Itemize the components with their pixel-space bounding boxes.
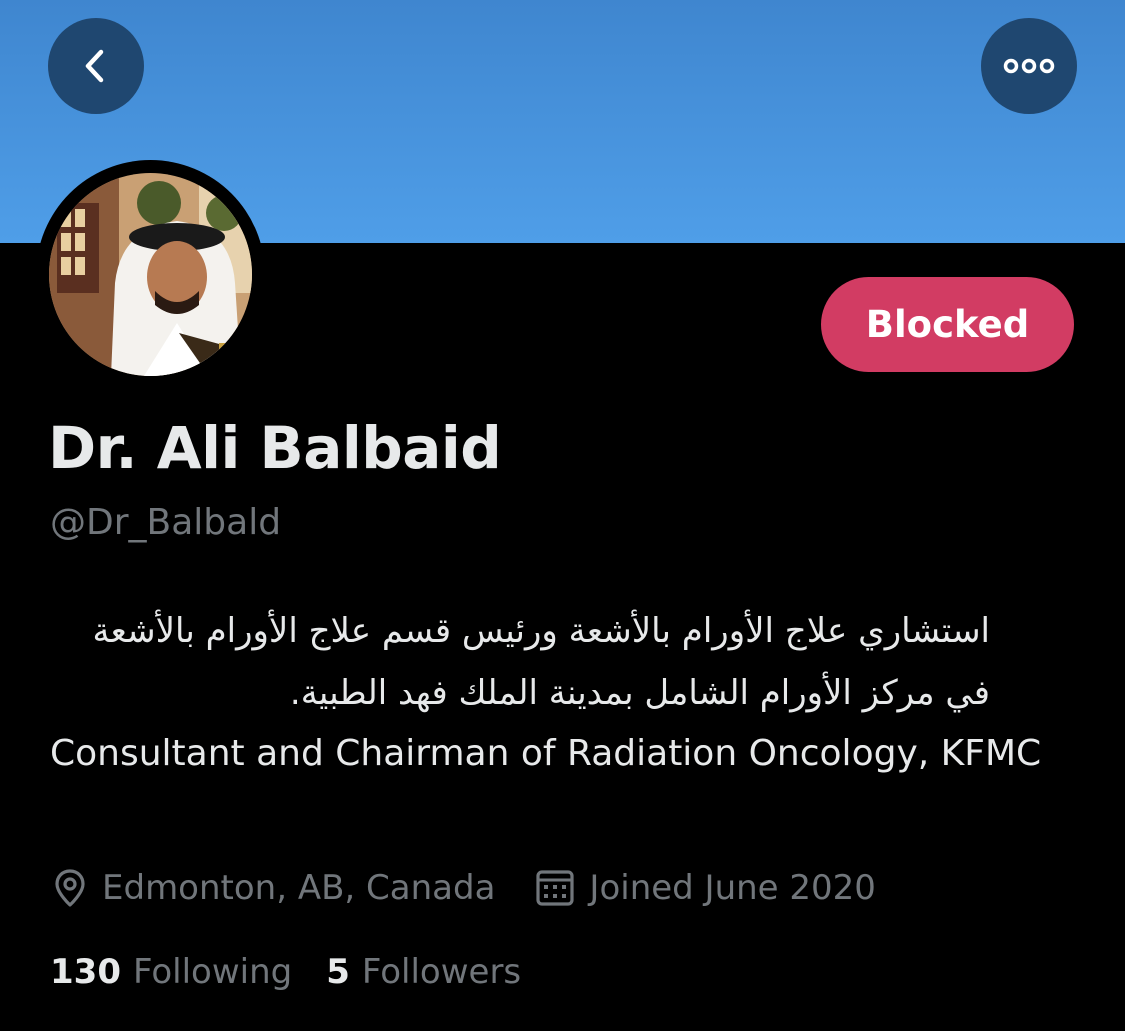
chevron-left-icon	[85, 49, 104, 83]
calendar-icon	[536, 870, 575, 906]
blocked-button[interactable]: Blocked	[821, 277, 1074, 372]
follow-stats: 130 Following 5 Followers	[50, 950, 521, 994]
bio-english: Consultant and Chairman of Radiation Onc…	[50, 733, 1042, 774]
join-date: Joined June 2020	[535, 868, 876, 908]
join-date-text: Joined June 2020	[589, 868, 876, 908]
display-name: Dr. Ali Balbaid	[48, 414, 502, 482]
followers-count: 5	[326, 952, 350, 992]
location: Edmonton, AB, Canada	[52, 868, 495, 908]
avatar-photo	[49, 173, 252, 376]
more-horizontal-icon	[1003, 58, 1055, 74]
followers-link[interactable]: 5 Followers	[326, 952, 521, 992]
following-label: Following	[132, 952, 293, 992]
location-text: Edmonton, AB, Canada	[102, 868, 496, 908]
following-link[interactable]: 130 Following	[50, 952, 292, 992]
following-count: 130	[50, 952, 121, 992]
avatar[interactable]	[36, 160, 265, 389]
more-options-button[interactable]	[981, 18, 1077, 114]
user-handle: @Dr_Balbald	[50, 502, 282, 543]
profile-page: Blocked Dr. Ali Balbaid @Dr_Balbald استش…	[0, 0, 1125, 1031]
back-button[interactable]	[48, 18, 144, 114]
followers-label: Followers	[361, 952, 522, 992]
location-pin-icon	[55, 869, 85, 907]
profile-meta: Edmonton, AB, Canada Joined June 2020	[52, 866, 876, 910]
bio-arabic: استشاري علاج الأورام بالأشعة ورئيس قسم ع…	[92, 611, 990, 713]
